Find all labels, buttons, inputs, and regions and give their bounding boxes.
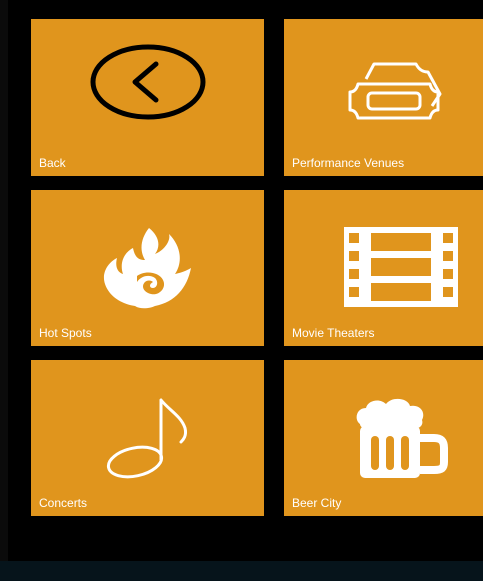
beer-mug-icon [356,398,448,478]
left-edge [0,0,8,581]
start-screen: Back Performance Venues Hot Spots Movie … [0,0,483,581]
film-strip-icon [344,227,458,307]
tile-label: Concerts [39,496,88,510]
ticket-icon [348,62,442,120]
tile-label: Performance Venues [292,156,405,170]
app-bar [0,561,483,581]
tile-label: Movie Theaters [292,326,375,340]
tile-label: Beer City [292,496,342,510]
tile-label: Back [39,156,66,170]
tile-performance-venues[interactable]: Performance Venues [284,19,483,176]
music-note-icon [106,398,187,479]
tile-concerts[interactable]: Concerts [31,360,264,516]
back-circle-icon [90,44,206,120]
flame-icon [103,228,191,309]
tile-hot-spots[interactable]: Hot Spots [31,190,264,346]
tile-back[interactable]: Back [31,19,264,176]
tile-beer-city[interactable]: Beer City [284,360,483,516]
tile-movie-theaters[interactable]: Movie Theaters [284,190,483,346]
tile-label: Hot Spots [39,326,92,340]
